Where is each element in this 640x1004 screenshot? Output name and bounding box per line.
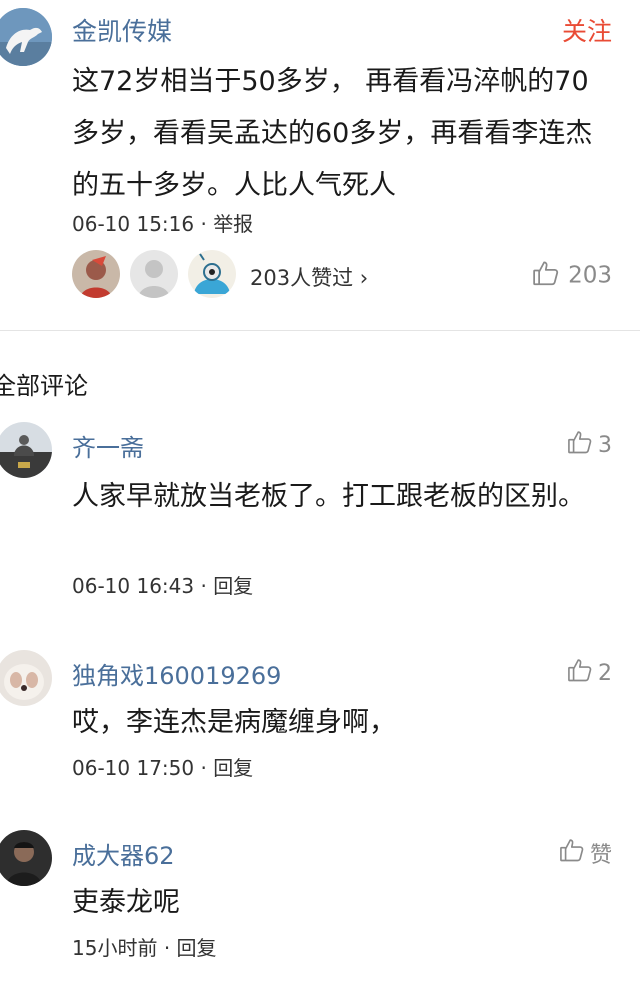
likers-count-link[interactable]: 203人赞过 › bbox=[250, 262, 368, 292]
comment-time: 06-10 17:50 bbox=[72, 756, 195, 780]
comment-time: 06-10 16:43 bbox=[72, 574, 195, 598]
thumbs-up-icon bbox=[531, 258, 561, 294]
commenter-avatar[interactable] bbox=[0, 830, 52, 886]
post-body: 这72岁相当于50多岁， 再看看冯淬帆的70多岁，看看吴孟达的60多岁，再看看李… bbox=[72, 66, 593, 201]
commenter-avatar[interactable] bbox=[0, 422, 52, 478]
thumbs-up-icon bbox=[566, 656, 594, 690]
commenter-name[interactable]: 齐一斋 bbox=[72, 428, 144, 463]
comment-text: 哎，李连杰是病魔缠身啊， bbox=[72, 707, 396, 738]
chevron-right-icon: › bbox=[359, 266, 369, 290]
post-time: 06-10 15:16 bbox=[72, 212, 195, 236]
commenter-name[interactable]: 成大器62 bbox=[72, 836, 175, 871]
comment-like-label: 赞 bbox=[589, 843, 612, 868]
post-meta: 06-10 15:16 · 举报 bbox=[72, 208, 253, 237]
report-link[interactable]: 举报 bbox=[213, 212, 253, 236]
post-author-avatar[interactable] bbox=[0, 8, 52, 66]
likers-count: 203人赞过 bbox=[250, 266, 354, 290]
liker-avatar[interactable] bbox=[130, 250, 178, 298]
comment-like-button[interactable]: 3 bbox=[566, 428, 612, 462]
post-like-count: 203 bbox=[568, 262, 612, 289]
thumbs-up-icon bbox=[566, 428, 594, 462]
commenter-avatar[interactable] bbox=[0, 650, 52, 706]
comment-like-button[interactable]: 赞 bbox=[558, 836, 612, 870]
commenter-name[interactable]: 独角戏160019269 bbox=[72, 656, 281, 691]
reply-button[interactable]: 回复 bbox=[213, 756, 253, 780]
meta-separator: · bbox=[200, 574, 207, 598]
comment-item: 成大器62 赞 吏泰龙呢 15小时前 · 回复 bbox=[0, 830, 640, 980]
main-post: 金凯传媒 关注 这72岁相当于50多岁， 再看看冯淬帆的70多岁，看看吴孟达的6… bbox=[0, 0, 640, 330]
comment-item: 齐一斋 3 人家早就放当老板了。打工跟老板的区别。 06-10 16:43 · … bbox=[0, 422, 640, 612]
post-author-name[interactable]: 金凯传媒 bbox=[72, 12, 172, 48]
meta-separator: · bbox=[163, 936, 171, 960]
comment-text: 人家早就放当老板了。打工跟老板的区别。 bbox=[72, 481, 585, 512]
liker-avatar[interactable] bbox=[72, 250, 120, 298]
comment-like-count: 3 bbox=[598, 432, 612, 458]
reply-button[interactable]: 回复 bbox=[213, 574, 253, 598]
follow-button[interactable]: 关注 bbox=[562, 12, 612, 48]
section-title: 全部评论 bbox=[0, 372, 88, 400]
comment-meta: 06-10 17:50 · 回复 bbox=[72, 752, 253, 781]
comment-like-count: 2 bbox=[598, 660, 612, 686]
comment-meta: 15小时前 · 回复 bbox=[72, 932, 217, 961]
thumbs-up-icon bbox=[558, 836, 586, 870]
post-like-button[interactable]: 203 bbox=[531, 258, 612, 294]
comment-time: 15小时前 bbox=[72, 936, 158, 960]
comment-item: 独角戏160019269 2 哎，李连杰是病魔缠身啊， 06-10 17:50 … bbox=[0, 650, 640, 780]
reply-button[interactable]: 回复 bbox=[177, 936, 217, 960]
comment-like-button[interactable]: 2 bbox=[566, 656, 612, 690]
meta-separator: · bbox=[200, 212, 207, 236]
comment-text: 吏泰龙呢 bbox=[72, 887, 180, 918]
comment-meta: 06-10 16:43 · 回复 bbox=[72, 570, 253, 599]
liker-avatar[interactable] bbox=[188, 250, 236, 298]
meta-separator: · bbox=[200, 756, 207, 780]
divider bbox=[0, 330, 640, 331]
